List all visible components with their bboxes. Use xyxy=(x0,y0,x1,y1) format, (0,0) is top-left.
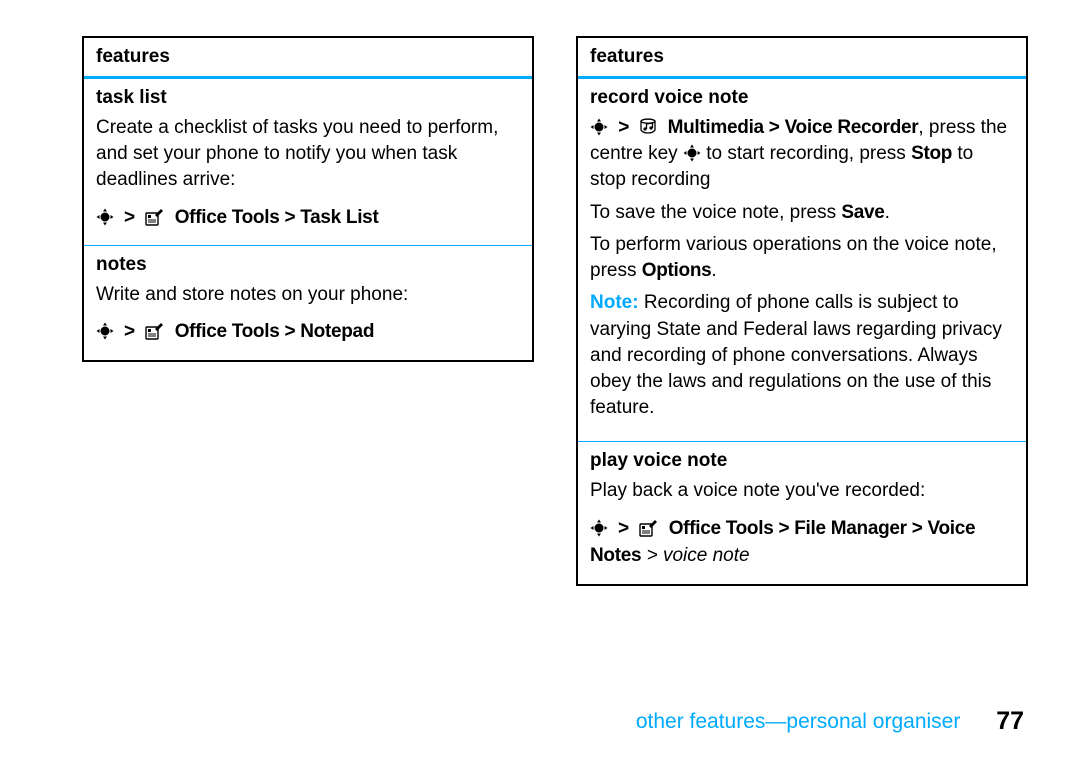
feature-title: play voice note xyxy=(590,450,1014,472)
feature-title: notes xyxy=(96,254,520,276)
feature-title: task list xyxy=(96,87,520,109)
feature-description: Play back a voice note you've recorded: xyxy=(590,478,1014,504)
table-header: features xyxy=(84,38,532,79)
nav-path: > Office Tools > Task List xyxy=(96,204,520,232)
manual-page: features task list Create a checklist of… xyxy=(0,0,1080,766)
path-rest: > Task List xyxy=(279,207,378,228)
office-tools-icon xyxy=(145,322,165,340)
two-column-layout: features task list Create a checklist of… xyxy=(82,36,1028,586)
feature-row-play-voice-note: play voice note Play back a voice note y… xyxy=(578,442,1026,583)
nav-path: > Office Tools > Notepad xyxy=(96,318,520,346)
options-instructions: To perform various operations on the voi… xyxy=(590,232,1014,284)
stop-label: Stop xyxy=(911,143,952,164)
save-label: Save xyxy=(841,202,884,223)
nav-path: > Office Tools > File Manager > Voice No… xyxy=(590,515,1014,570)
path-rest: > Notepad xyxy=(279,321,374,342)
nav-key-icon xyxy=(590,118,608,136)
legal-note: Note: Recording of phone calls is subjec… xyxy=(590,290,1014,421)
footer-section-title: other features—personal organiser xyxy=(636,710,961,733)
feature-body: Create a checklist of tasks you need to … xyxy=(96,115,520,231)
right-column: features record voice note > Multimedia … xyxy=(576,36,1028,586)
feature-row-notes: notes Write and store notes on your phon… xyxy=(84,246,532,360)
page-footer: other features—personal organiser 77 xyxy=(636,707,1024,736)
record-instructions: > Multimedia > Voice Recorder, press the… xyxy=(590,115,1014,194)
voice-recorder-label: > Voice Recorder xyxy=(764,117,919,138)
table-header: features xyxy=(578,38,1026,79)
nav-key-icon xyxy=(96,322,114,340)
left-column: features task list Create a checklist of… xyxy=(82,36,534,586)
feature-description: Write and store notes on your phone: xyxy=(96,282,520,308)
features-table-right: features record voice note > Multimedia … xyxy=(576,36,1028,586)
path-menu-label: Office Tools xyxy=(175,321,280,342)
office-tools-icon xyxy=(145,208,165,226)
multimedia-label: Multimedia xyxy=(668,117,764,138)
nav-key-icon xyxy=(590,519,608,537)
text-segment: . xyxy=(711,260,716,281)
feature-row-task-list: task list Create a checklist of tasks yo… xyxy=(84,79,532,246)
path-menu-label: Office Tools xyxy=(175,207,280,228)
page-number: 77 xyxy=(996,707,1024,735)
features-table-left: features task list Create a checklist of… xyxy=(82,36,534,362)
nav-key-icon xyxy=(96,208,114,226)
text-segment: To save the voice note, press xyxy=(590,202,841,223)
nav-key-icon xyxy=(683,144,701,162)
feature-description: Create a checklist of tasks you need to … xyxy=(96,115,520,194)
path-menu-label: Office Tools xyxy=(669,518,774,539)
note-label: Note: xyxy=(590,292,644,313)
feature-title: record voice note xyxy=(590,87,1014,109)
office-tools-icon xyxy=(639,519,659,537)
feature-body: Write and store notes on your phone: > O… xyxy=(96,282,520,346)
feature-body: Play back a voice note you've recorded: … xyxy=(590,478,1014,569)
note-text: Recording of phone calls is subject to v… xyxy=(590,292,1002,418)
multimedia-icon xyxy=(639,118,657,136)
save-instructions: To save the voice note, press Save. xyxy=(590,200,1014,226)
feature-body: > Multimedia > Voice Recorder, press the… xyxy=(590,115,1014,421)
text-segment: to start recording, press xyxy=(701,143,911,164)
path-gt: > xyxy=(641,545,663,566)
options-label: Options xyxy=(642,260,712,281)
text-segment: . xyxy=(885,202,890,223)
path-italic-var: voice note xyxy=(663,545,750,566)
feature-row-record-voice-note: record voice note > Multimedia > Voice R… xyxy=(578,79,1026,442)
